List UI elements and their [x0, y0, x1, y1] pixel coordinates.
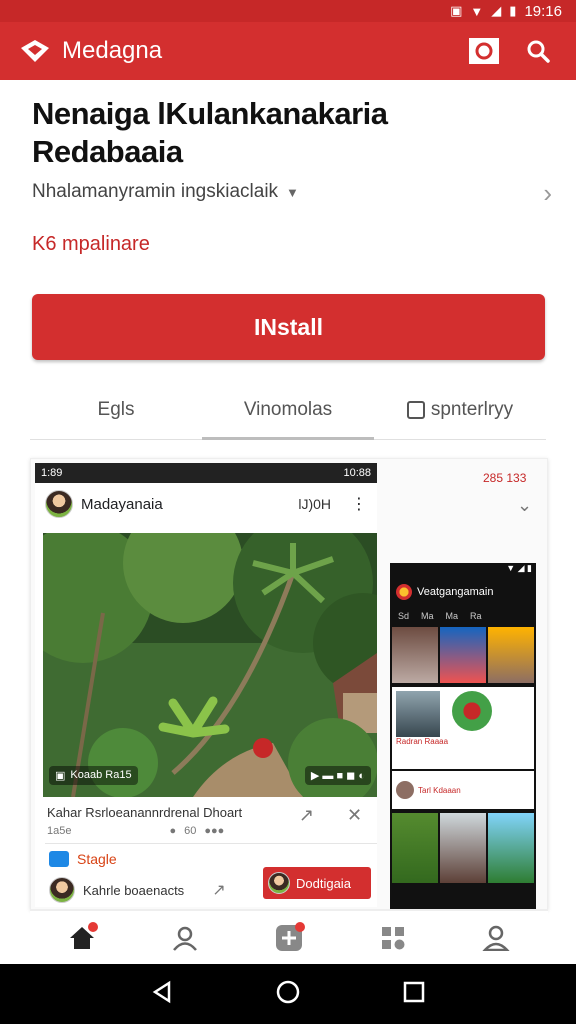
views-icon: ● [169, 825, 177, 837]
thumb [452, 691, 492, 731]
camera-button[interactable] [464, 31, 504, 71]
checkbox-icon [406, 400, 425, 419]
repost-icon[interactable]: ↗ [212, 880, 225, 900]
preview-status-right: 10:88 [343, 467, 371, 479]
wifi-icon: ▼ [470, 3, 484, 19]
app-logo-icon [396, 584, 412, 600]
play-controls[interactable]: ▶ ▬ ■ ◼ ◐ [304, 765, 371, 785]
preview2-tab: Ma [445, 611, 459, 621]
tab-label: spnterlryy [430, 398, 514, 420]
preview2-bottom-grid [390, 811, 536, 885]
preview2-card2: Tarl Kdaaan [392, 771, 534, 809]
chevron-down-icon[interactable]: ⌄ [517, 495, 532, 516]
post-meta-text: 1a5e [47, 825, 72, 837]
status-bar: ▣ ▼ ◢ ▮ 19:16 [0, 0, 576, 22]
preview2-tab: Sd [398, 611, 410, 621]
tab-label: Egls [97, 398, 135, 420]
notification-dot [87, 921, 98, 932]
preview2-status-icons: ▼ ◢ ▮ [506, 563, 532, 573]
pager-dots: ●●● [204, 825, 225, 837]
avatar [49, 877, 75, 903]
preview2-title: Veatgangamain [417, 586, 494, 598]
system-nav [0, 964, 576, 1024]
battery-icon: ▮ [509, 3, 517, 18]
tab-label: Vinomolas [243, 398, 333, 420]
thumb [392, 813, 438, 883]
post-count: 60 [184, 825, 197, 837]
status-time: 19:16 [524, 2, 562, 20]
notification-icon: ▣ [450, 3, 463, 18]
preview2-grid [390, 625, 536, 685]
card-date: 285 133 [483, 471, 527, 485]
preview-time: 1:89 [41, 467, 63, 479]
signal-icon: ◢ [491, 3, 502, 18]
screenshot-secondary[interactable]: ▼ ◢ ▮ Veatgangamain Sd Ma Ma Ra Radran R… [390, 563, 536, 909]
developer-row[interactable]: Nhalamanyramin ingskiaclaik ▼ › [32, 176, 552, 208]
avatar [396, 781, 414, 799]
more-options-icon[interactable]: ⋮ [351, 494, 367, 514]
thumb [488, 813, 534, 883]
post-meta: 1a5e ● 60 ●●● [47, 825, 307, 837]
account-icon[interactable] [476, 918, 516, 958]
tab-2[interactable]: Vinomolas [202, 380, 374, 440]
avatar [45, 490, 73, 518]
profile-icon[interactable] [165, 918, 205, 958]
preview-status-bar: 1:89 10:88 [35, 463, 377, 483]
tab-3[interactable]: spnterlryy [374, 380, 546, 439]
author-name: Kahrle boaenacts [83, 882, 185, 898]
preview2-tab: Ma [421, 611, 434, 621]
store-logo-icon[interactable] [18, 36, 52, 66]
section-icon [49, 851, 69, 867]
app-bar: Medagna [0, 22, 576, 80]
apps-icon[interactable] [373, 918, 413, 958]
post-caption: Kahar Rsrloeanannrdrenal Dhoart [47, 805, 243, 820]
account-name: Madayanaia [81, 495, 163, 513]
home-icon[interactable] [62, 918, 102, 958]
add-icon[interactable] [269, 918, 309, 958]
thumb [440, 813, 486, 883]
back-icon[interactable] [150, 980, 174, 1009]
search-icon[interactable] [518, 31, 558, 71]
chevron-right-icon[interactable]: › [543, 178, 552, 209]
tab-1[interactable]: Egls [30, 380, 202, 439]
install-button[interactable]: INstall [32, 294, 545, 360]
photo-label-pill[interactable]: ▣ Koaab Ra15 [49, 765, 138, 785]
notification-dot [294, 921, 305, 932]
preview2-tabs: Sd Ma Ma Ra [390, 607, 536, 625]
follow-button[interactable]: Dodtigaia [263, 867, 371, 899]
share-icon[interactable]: ↗ [299, 805, 314, 826]
app-subtitle: Nhalamanyramin ingskiaclaik [32, 181, 279, 202]
section-label: Stagle [77, 851, 117, 867]
thumb [392, 627, 438, 683]
preview2-card: Radran Raaaa [392, 687, 534, 769]
close-icon[interactable]: ✕ [347, 805, 362, 826]
photo-controls: ▣ Koaab Ra15 ▶ ▬ ■ ◼ ◐ [49, 763, 371, 787]
screenshot-carousel[interactable]: 1:89 10:88 Madayanaia lJ)0H ⋮ ▣ Koaab Ra… [30, 458, 548, 910]
thumb [396, 691, 440, 737]
preview2-caption2: Tarl Kdaaan [418, 785, 461, 795]
contains-label: K6 mpalinare [32, 233, 150, 255]
follow-button-label: Dodtigaia [296, 875, 351, 891]
account-tag: lJ)0H [298, 496, 331, 512]
preview2-card-images [396, 691, 530, 737]
recents-icon[interactable] [402, 980, 426, 1009]
bottom-nav [30, 910, 548, 964]
preview2-header: Veatgangamain [390, 577, 536, 607]
screenshot-main[interactable]: 1:89 10:88 Madayanaia lJ)0H ⋮ ▣ Koaab Ra… [35, 463, 377, 907]
divider [45, 843, 377, 844]
section-row: Stagle [49, 851, 117, 867]
app-name: Nenaiga lKulankanakaria Redabaaia [32, 96, 388, 169]
preview2-tab: Ra [470, 611, 482, 621]
jungle-photo: ▣ Koaab Ra15 ▶ ▬ ■ ◼ ◐ [43, 533, 377, 797]
photo-label: Koaab Ra15 [70, 769, 132, 781]
thumb [488, 627, 534, 683]
tab-bar: Egls Vinomolas spnterlryy [30, 380, 546, 440]
dropdown-caret-icon: ▼ [286, 184, 299, 200]
home-button-icon[interactable] [275, 979, 301, 1010]
avatar [268, 872, 290, 894]
preview-header: Madayanaia lJ)0H ⋮ [35, 483, 377, 525]
preview2-caption: Radran Raaaa [396, 737, 449, 746]
thumb [440, 627, 486, 683]
app-bar-title: Medagna [62, 37, 163, 64]
